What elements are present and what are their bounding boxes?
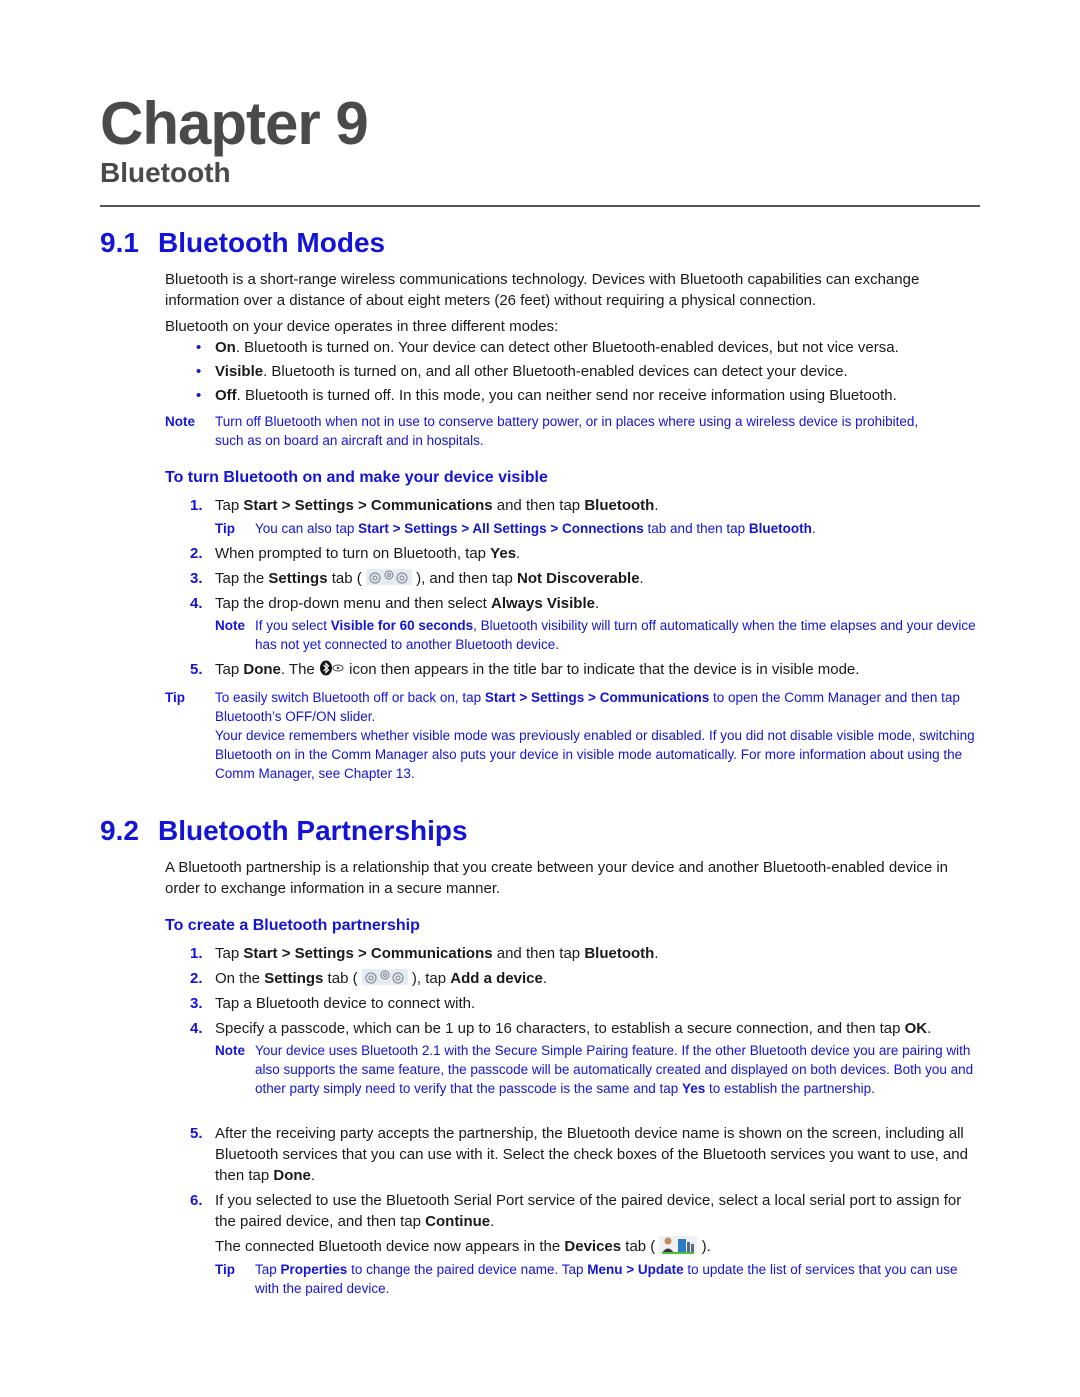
step-number: 2. — [190, 545, 203, 562]
mode-name: Visible — [215, 363, 264, 380]
procedure-title: To create a Bluetooth partnership — [165, 917, 420, 934]
step-number: 5. — [190, 1125, 203, 1142]
chapter-subtitle: Bluetooth — [100, 157, 231, 188]
step-number: 5. — [190, 661, 203, 678]
step-number: 6. — [190, 1192, 203, 1209]
step-number: 2. — [190, 970, 203, 987]
settings-gears-icon — [361, 969, 408, 985]
tip-label: Tip — [215, 521, 235, 536]
chapter-divider — [100, 205, 980, 207]
section-title: Bluetooth Partnerships — [158, 815, 468, 846]
mode-text: . Bluetooth is turned on. Your device ca… — [235, 339, 899, 356]
procedure-title: To turn Bluetooth on and make your devic… — [165, 469, 548, 486]
note-text: Turn off Bluetooth when not in use to co… — [215, 414, 919, 448]
settings-gears-icon — [365, 569, 412, 585]
step-number: 3. — [190, 995, 203, 1012]
section-number: 9.2 — [100, 815, 139, 846]
devices-tab-text: The connected Bluetooth device now appea… — [215, 1236, 711, 1255]
tip-label: Tip — [215, 1262, 235, 1277]
modes-intro: Bluetooth on your device operates in thr… — [165, 318, 559, 335]
note-label: Note — [215, 1043, 245, 1058]
step-number: 1. — [190, 945, 203, 962]
step-number: 4. — [190, 595, 203, 612]
bullet-icon: • — [196, 339, 202, 356]
bluetooth-visible-icon — [319, 660, 345, 676]
note-label: Note — [165, 414, 195, 429]
step-number: 4. — [190, 1020, 203, 1037]
step-number: 1. — [190, 497, 203, 514]
mode-name: On — [215, 339, 236, 356]
section-intro: A Bluetooth partnership is a relationshi… — [165, 859, 949, 897]
section-heading-9-1: 9.1 Bluetooth Modes — [100, 225, 385, 261]
step-number: 3. — [190, 570, 203, 587]
mode-text: . Bluetooth is turned on, and all other … — [263, 363, 848, 380]
document-page: Chapter 9 Bluetooth 9.1 Bluetooth Modes B… — [0, 0, 1080, 1397]
devices-tab-icon — [659, 1236, 698, 1254]
bullet-icon: • — [196, 387, 202, 404]
note-label: Note — [215, 618, 245, 633]
section-number: 9.1 — [100, 227, 139, 258]
bullet-icon: • — [196, 363, 202, 380]
tip-label: Tip — [165, 690, 185, 705]
section-heading-9-2: 9.2 Bluetooth Partnerships — [100, 813, 468, 849]
mode-text: . Bluetooth is turned off. In this mode,… — [236, 387, 897, 404]
section-intro: Bluetooth is a short-range wireless comm… — [165, 271, 920, 309]
mode-name: Off — [215, 387, 237, 404]
section-title: Bluetooth Modes — [158, 227, 386, 258]
tip-paragraph-2: Your device remembers whether visible mo… — [215, 728, 975, 781]
chapter-title: Chapter 9 — [100, 90, 369, 157]
